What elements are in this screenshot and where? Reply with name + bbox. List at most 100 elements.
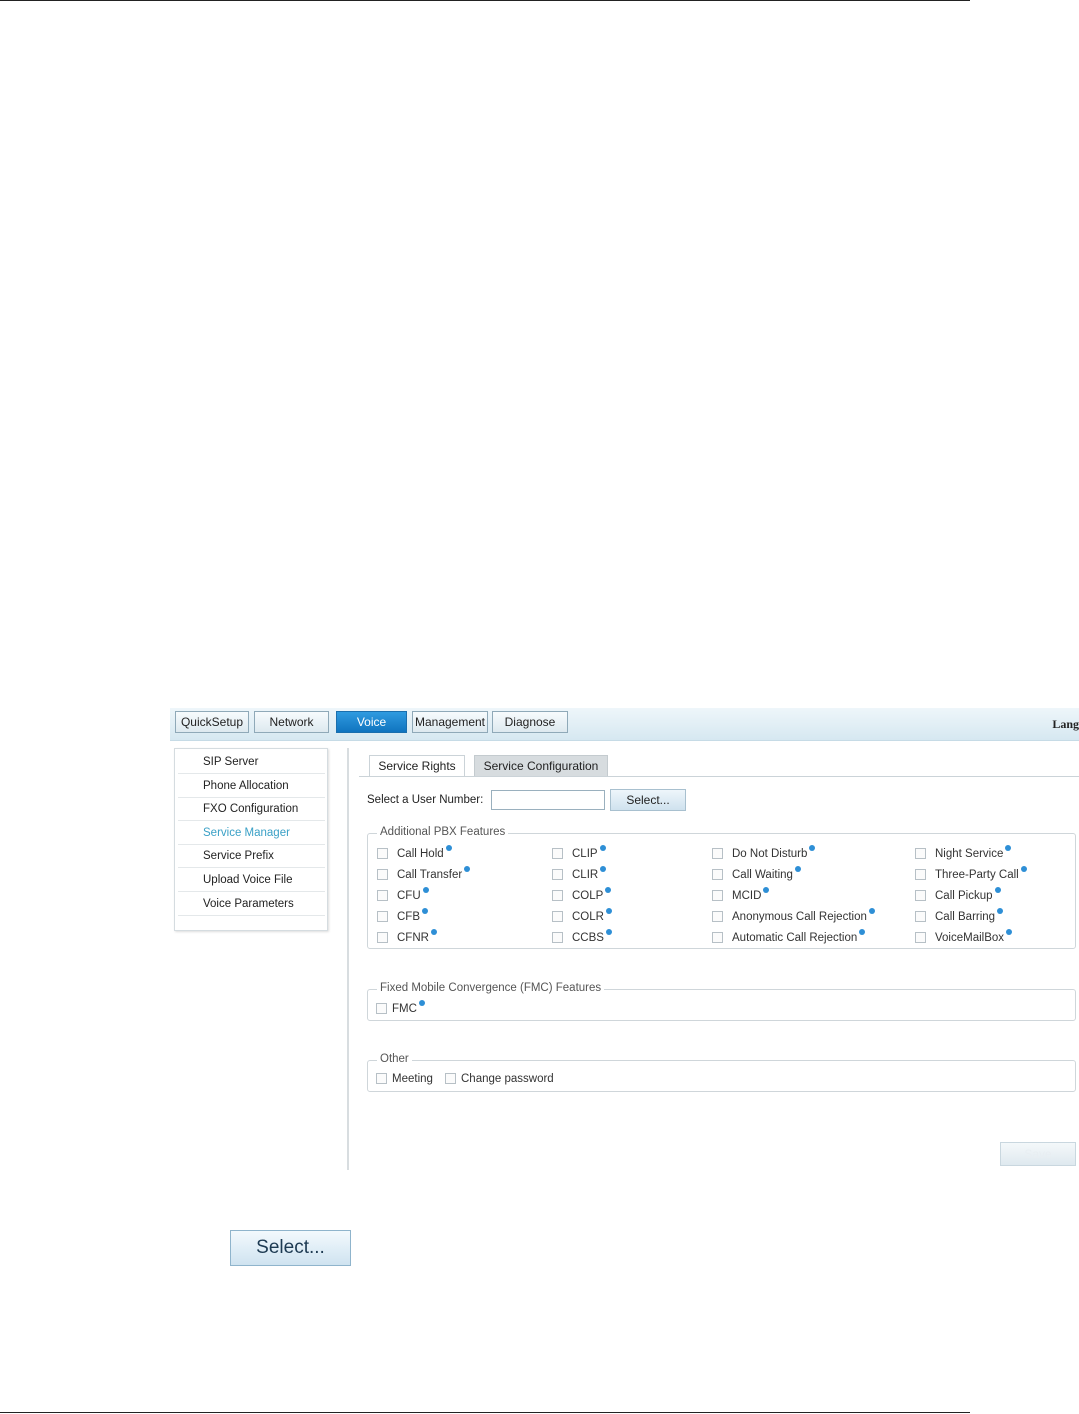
checkbox[interactable] [712, 932, 723, 943]
checkbox[interactable] [712, 911, 723, 922]
nav-tab-network[interactable]: Network [254, 711, 329, 733]
feature-cfb[interactable]: CFB [377, 908, 428, 924]
other-group: Other Meeting Change password [367, 1053, 1076, 1092]
help-icon[interactable] [605, 908, 612, 914]
feature-anonymous-call-rejection[interactable]: Anonymous Call Rejection [712, 908, 875, 924]
language-selector[interactable]: Lang [1052, 717, 1079, 732]
checkbox[interactable] [552, 890, 563, 901]
help-icon[interactable] [445, 845, 452, 851]
sidebar-item-voice-parameters[interactable]: Voice Parameters [178, 893, 325, 916]
select-button-enlarged[interactable]: Select... [230, 1230, 351, 1266]
sidebar-item-fxo-configuration[interactable]: FXO Configuration [178, 798, 325, 821]
help-icon[interactable] [422, 887, 429, 893]
help-icon[interactable] [997, 908, 1004, 914]
help-icon[interactable] [422, 908, 428, 914]
help-icon[interactable] [600, 866, 607, 872]
checkbox[interactable] [915, 869, 926, 880]
sidebar-item-phone-allocation[interactable]: Phone Allocation [178, 775, 325, 798]
feature-voicemailbox[interactable]: VoiceMailBox [915, 929, 1013, 945]
help-icon[interactable] [464, 866, 471, 872]
checkbox[interactable] [915, 911, 926, 922]
feature-label: COLR [572, 911, 604, 923]
feature-fmc[interactable]: FMC [376, 1000, 425, 1016]
help-icon[interactable] [859, 929, 866, 935]
sidebar-menu: SIP Server Phone Allocation FXO Configur… [174, 748, 328, 931]
help-icon[interactable] [763, 887, 770, 893]
checkbox[interactable] [377, 848, 388, 859]
feature-label: Do Not Disturb [732, 848, 808, 860]
feature-label: Call Hold [397, 848, 444, 860]
checkbox[interactable] [712, 848, 723, 859]
checkbox[interactable] [377, 869, 388, 880]
feature-cfnr[interactable]: CFNR [377, 929, 437, 945]
nav-tab-voice[interactable]: Voice [336, 711, 407, 733]
top-navigation: QuickSetup Network Voice Management Diag… [170, 708, 1079, 741]
nav-tab-management[interactable]: Management [412, 711, 488, 733]
help-icon[interactable] [430, 929, 437, 935]
help-icon[interactable] [868, 908, 875, 914]
help-icon[interactable] [605, 929, 612, 935]
checkbox[interactable] [376, 1003, 387, 1014]
tab-service-rights[interactable]: Service Rights [369, 755, 465, 777]
feature-label: Night Service [935, 848, 1004, 860]
feature-automatic-call-rejection[interactable]: Automatic Call Rejection [712, 929, 866, 945]
checkbox[interactable] [377, 890, 388, 901]
feature-mcid[interactable]: MCID [712, 887, 770, 903]
option-meeting[interactable]: Meeting [376, 1071, 433, 1087]
feature-do-not-disturb[interactable]: Do Not Disturb [712, 845, 816, 861]
checkbox[interactable] [552, 911, 563, 922]
feature-clir[interactable]: CLIR [552, 866, 607, 882]
feature-colr[interactable]: COLR [552, 908, 612, 924]
help-icon[interactable] [994, 887, 1001, 893]
help-icon[interactable] [1005, 845, 1012, 851]
feature-clip[interactable]: CLIP [552, 845, 606, 861]
sidebar-item-service-manager[interactable]: Service Manager [178, 822, 325, 845]
user-number-input[interactable] [491, 790, 605, 810]
sidebar-item-upload-voice-file[interactable]: Upload Voice File [178, 869, 325, 892]
feature-cfu[interactable]: CFU [377, 887, 429, 903]
feature-call-waiting[interactable]: Call Waiting [712, 866, 801, 882]
checkbox[interactable] [915, 932, 926, 943]
checkbox[interactable] [915, 890, 926, 901]
feature-three-party-call[interactable]: Three-Party Call [915, 866, 1027, 882]
pbx-features-legend: Additional PBX Features [377, 826, 509, 838]
checkbox[interactable] [445, 1073, 456, 1084]
checkbox[interactable] [377, 932, 388, 943]
feature-call-hold[interactable]: Call Hold [377, 845, 452, 861]
feature-label: VoiceMailBox [935, 932, 1005, 944]
voice-service-manager-screenshot: QuickSetup Network Voice Management Diag… [170, 708, 1079, 1170]
content-divider [347, 748, 349, 1170]
feature-call-pickup[interactable]: Call Pickup [915, 887, 1001, 903]
select-user-button[interactable]: Select... [610, 789, 686, 811]
checkbox[interactable] [712, 890, 723, 901]
sidebar-item-service-prefix[interactable]: Service Prefix [178, 845, 325, 868]
save-button[interactable]: Save [1000, 1142, 1076, 1166]
sidebar-item-sip-server[interactable]: SIP Server [178, 751, 325, 774]
feature-night-service[interactable]: Night Service [915, 845, 1012, 861]
checkbox[interactable] [712, 869, 723, 880]
help-icon[interactable] [809, 845, 816, 851]
feature-label: Call Waiting [732, 869, 793, 881]
feature-call-transfer[interactable]: Call Transfer [377, 866, 471, 882]
help-icon[interactable] [1006, 929, 1013, 935]
feature-call-barring[interactable]: Call Barring [915, 908, 1004, 924]
feature-colp[interactable]: COLP [552, 887, 612, 903]
help-icon[interactable] [599, 845, 606, 851]
help-icon[interactable] [418, 1000, 425, 1006]
checkbox[interactable] [377, 911, 388, 922]
checkbox[interactable] [552, 848, 563, 859]
checkbox[interactable] [376, 1073, 387, 1084]
help-icon[interactable] [794, 866, 801, 872]
nav-tab-diagnose[interactable]: Diagnose [492, 711, 568, 733]
nav-tab-quicksetup[interactable]: QuickSetup [175, 711, 249, 733]
help-icon[interactable] [1020, 866, 1027, 872]
option-change-password[interactable]: Change password [445, 1071, 554, 1087]
feature-label: CCBS [572, 932, 604, 944]
checkbox[interactable] [552, 932, 563, 943]
feature-ccbs[interactable]: CCBS [552, 929, 612, 945]
checkbox[interactable] [552, 869, 563, 880]
feature-label: Call Barring [935, 911, 996, 923]
help-icon[interactable] [605, 887, 612, 893]
checkbox[interactable] [915, 848, 926, 859]
tab-service-configuration[interactable]: Service Configuration [474, 755, 608, 777]
